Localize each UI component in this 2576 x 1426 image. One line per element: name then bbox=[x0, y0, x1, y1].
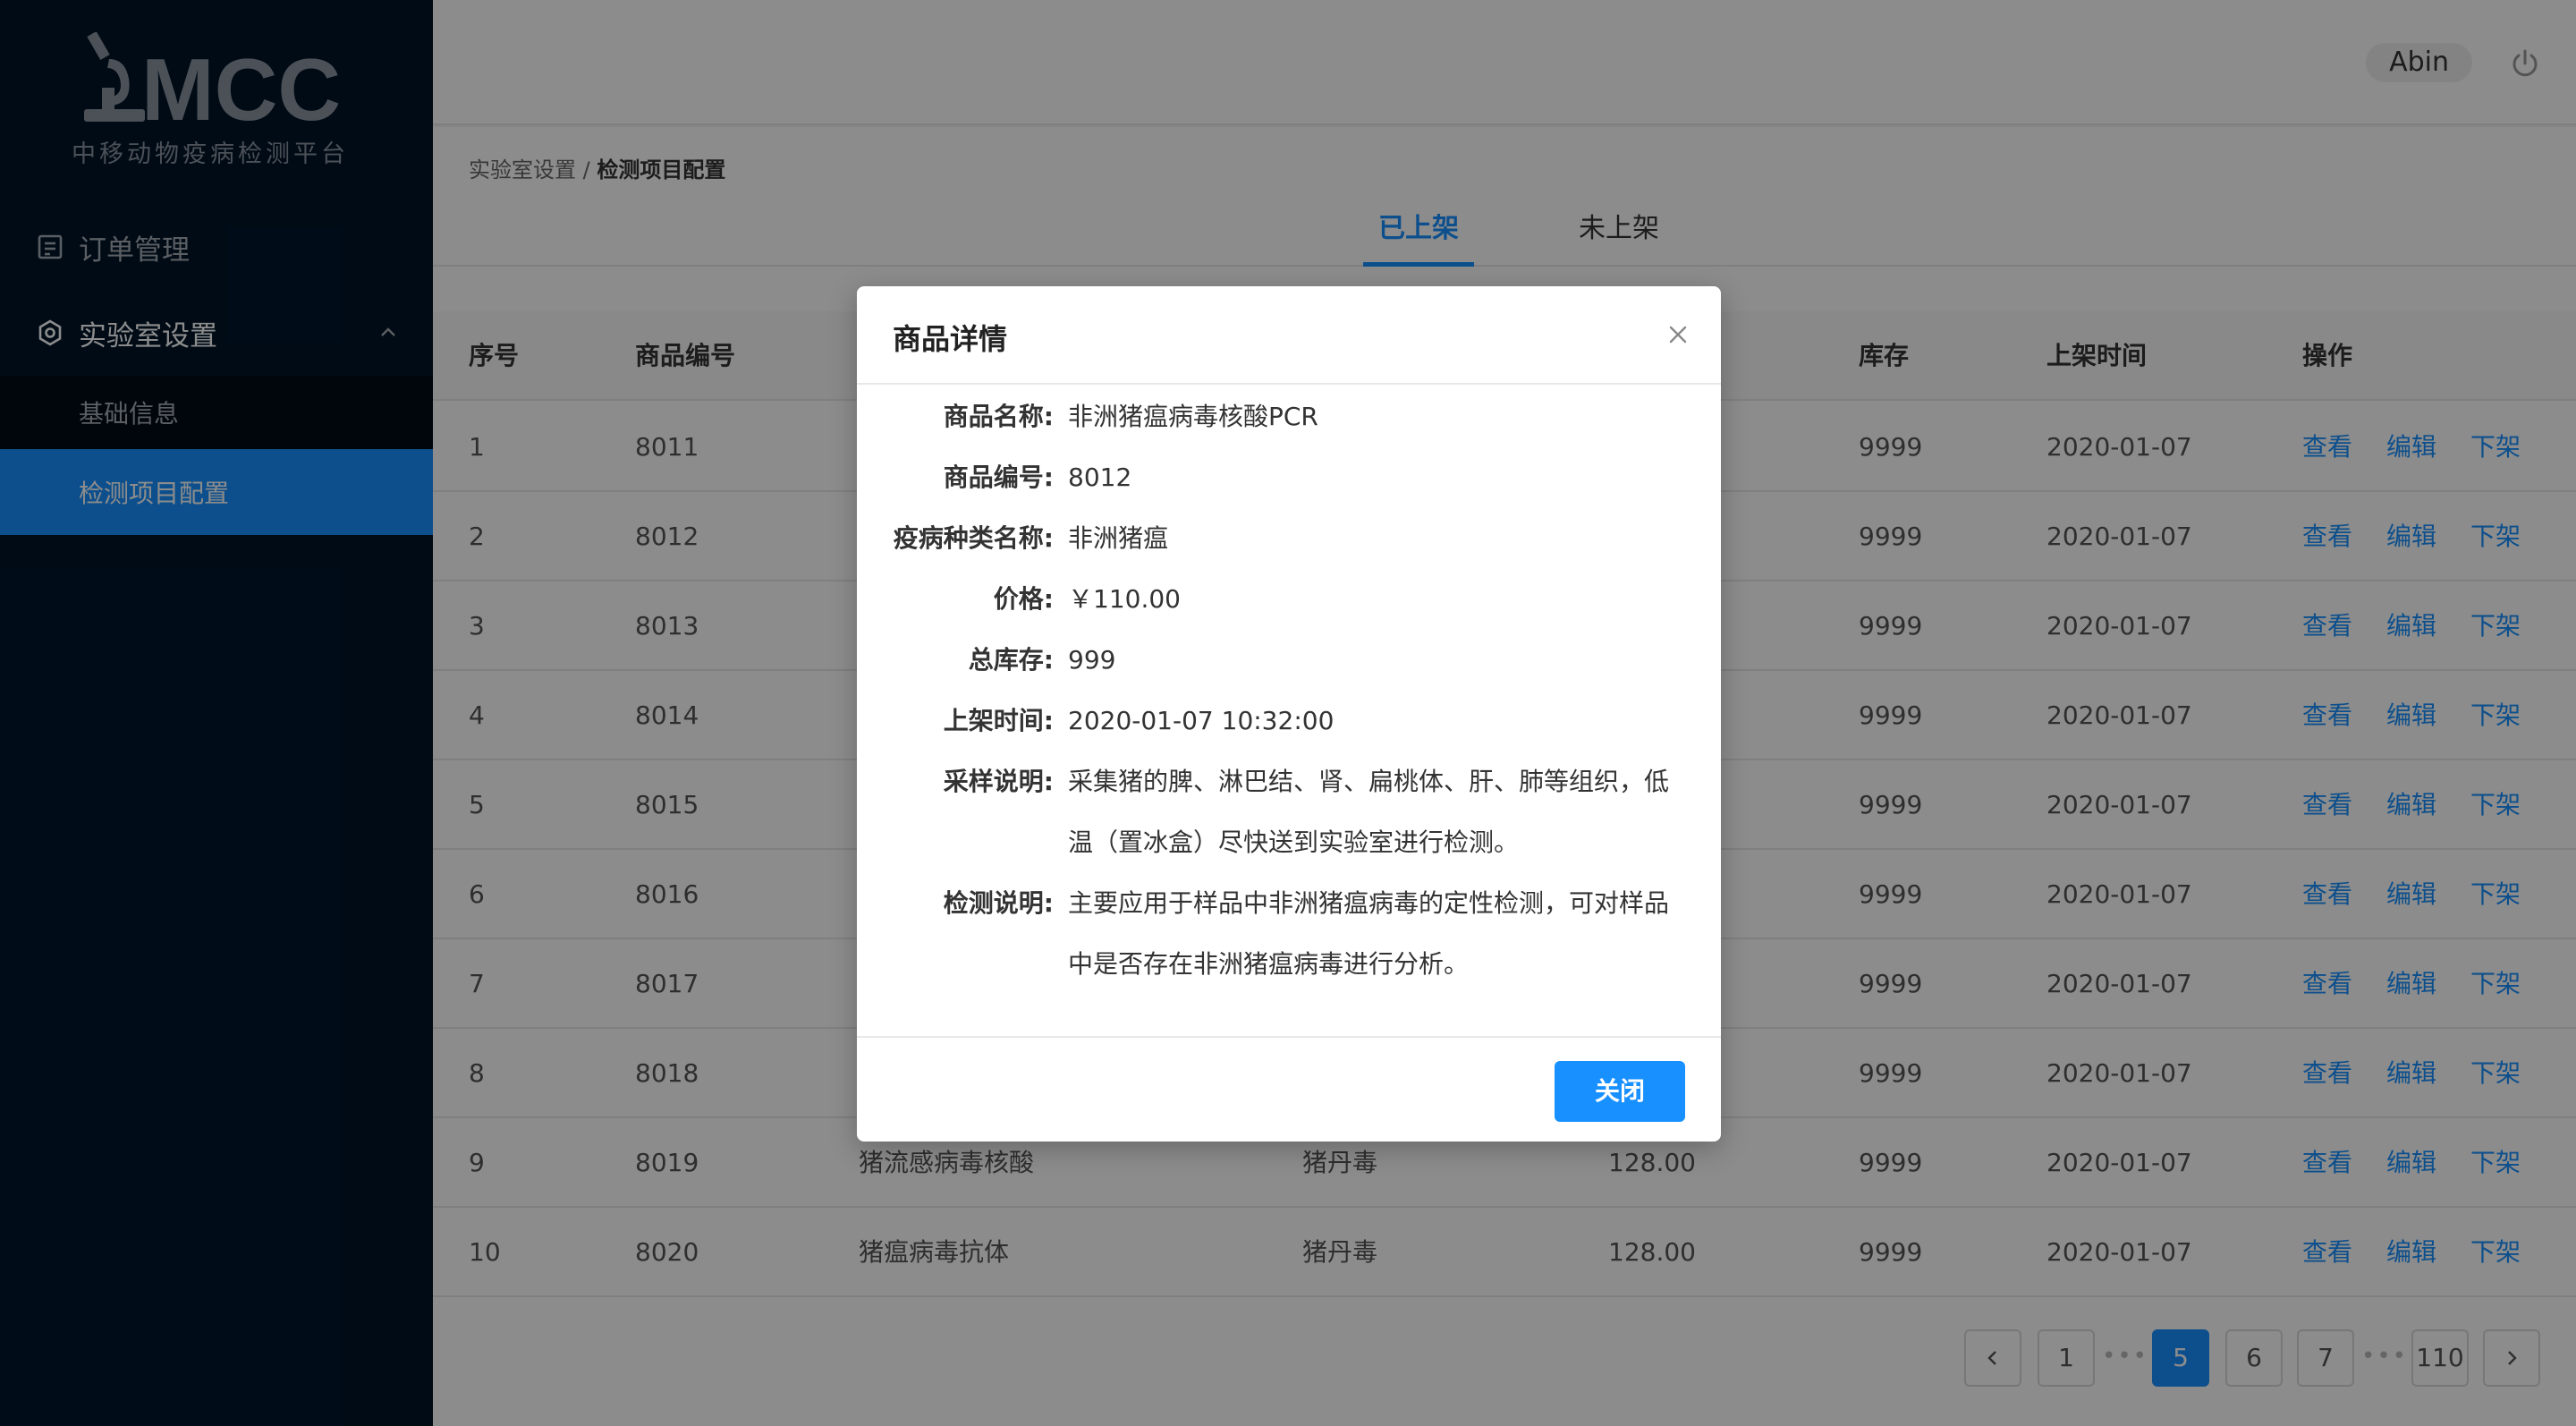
field-value: ￥110.00 bbox=[1068, 584, 1181, 614]
field-label: 商品编号: bbox=[943, 463, 1054, 492]
field-label: 采样说明: bbox=[943, 767, 1054, 796]
field-value: 主要应用于样品中非洲猪瘟病毒的定性检测，可对样品中是否存在非洲猪瘟病毒进行分析。 bbox=[1068, 888, 1670, 979]
field-label: 上架时间: bbox=[943, 706, 1054, 735]
field-value: 8012 bbox=[1068, 463, 1132, 492]
field-value: 非洲猪瘟病毒核酸PCR bbox=[1068, 402, 1318, 431]
close-icon[interactable] bbox=[1662, 318, 1694, 351]
modal-header: 商品详情 bbox=[857, 286, 1721, 385]
field-label: 价格: bbox=[993, 584, 1054, 614]
field-value: 采集猪的脾、淋巴结、肾、扁桃体、肝、肺等组织，低温（置冰盒）尽快送到实验室进行检… bbox=[1068, 767, 1670, 857]
field-value: 非洲猪瘟 bbox=[1068, 523, 1169, 553]
field-value: 2020-01-07 10:32:00 bbox=[1068, 706, 1335, 735]
modal-body: 商品名称: 非洲猪瘟病毒核酸PCR 商品编号: 8012 疫病种类名称: 非洲猪… bbox=[857, 386, 1721, 979]
modal-title: 商品详情 bbox=[893, 322, 1008, 356]
close-button[interactable]: 关闭 bbox=[1555, 1061, 1685, 1122]
modal-footer: 关闭 bbox=[857, 1036, 1721, 1142]
field-label: 总库存: bbox=[968, 645, 1054, 675]
field-value: 999 bbox=[1068, 645, 1116, 675]
field-label: 疫病种类名称: bbox=[893, 523, 1054, 553]
field-label: 检测说明: bbox=[943, 888, 1054, 918]
field-label: 商品名称: bbox=[943, 402, 1054, 431]
product-detail-modal: 商品详情 商品名称: 非洲猪瘟病毒核酸PCR 商品编号: 8012 疫病种类名称… bbox=[857, 286, 1721, 1142]
